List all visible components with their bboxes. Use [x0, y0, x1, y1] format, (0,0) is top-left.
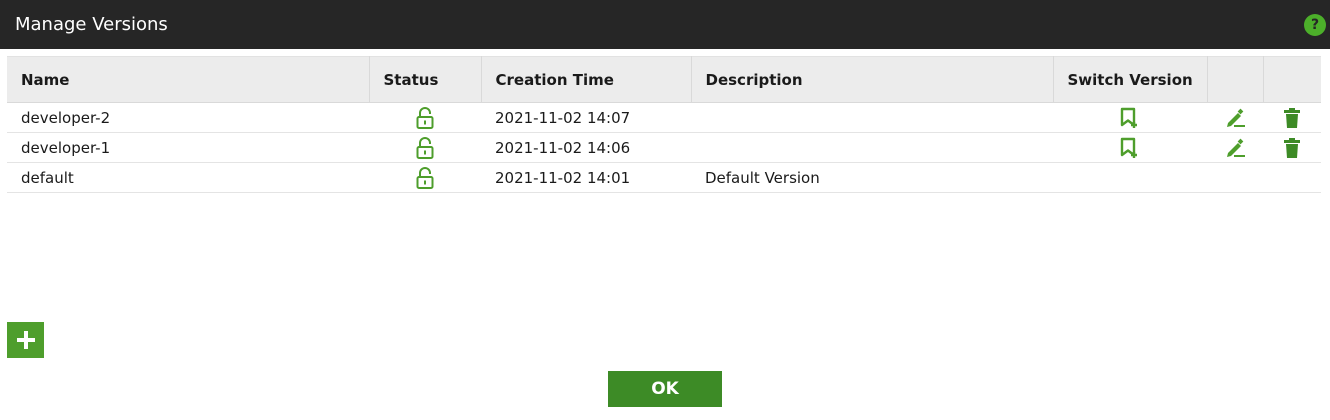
- unlocked-padlock-icon: [416, 106, 434, 129]
- plus-icon: [16, 331, 35, 349]
- table-row[interactable]: developer-1 2021-11-02 14:06: [7, 132, 1321, 163]
- table-header-row: Name Status Creation Time Description Sw…: [7, 56, 1321, 103]
- column-header-status[interactable]: Status: [369, 56, 482, 103]
- ok-button[interactable]: OK: [608, 371, 722, 407]
- dialog-titlebar: Manage Versions ?: [0, 0, 1330, 49]
- trash-icon[interactable]: [1284, 137, 1300, 158]
- column-header-switch-version: Switch Version: [1053, 56, 1208, 103]
- add-version-button[interactable]: [7, 322, 44, 358]
- cell-switch-version: [1053, 132, 1207, 163]
- cell-creation-time: 2021-11-02 14:06: [481, 132, 691, 163]
- cell-edit: [1207, 132, 1263, 163]
- cell-status: [369, 132, 481, 163]
- trash-icon[interactable]: [1284, 107, 1300, 128]
- switch-version-icon[interactable]: [1119, 107, 1141, 129]
- table-row[interactable]: developer-2 2021-11-02 14:07: [7, 102, 1321, 133]
- cell-creation-time: 2021-11-02 14:01: [481, 162, 691, 193]
- cell-description: [691, 132, 1053, 163]
- column-header-delete: [1263, 56, 1321, 103]
- help-glyph: ?: [1310, 16, 1320, 33]
- edit-pencil-icon[interactable]: [1224, 138, 1246, 158]
- cell-delete: [1263, 132, 1321, 163]
- cell-status: [369, 162, 481, 193]
- cell-creation-time: 2021-11-02 14:07: [481, 102, 691, 133]
- column-header-description[interactable]: Description: [691, 56, 1054, 103]
- cell-version-name: default: [7, 162, 369, 193]
- switch-version-icon[interactable]: [1119, 137, 1141, 159]
- cell-version-name: developer-2: [7, 102, 369, 133]
- unlocked-padlock-icon: [416, 136, 434, 159]
- cell-description: [691, 102, 1053, 133]
- cell-switch-version: [1053, 162, 1207, 193]
- versions-table: Name Status Creation Time Description Sw…: [7, 56, 1321, 193]
- column-header-name[interactable]: Name: [7, 56, 370, 103]
- column-header-creation-time[interactable]: Creation Time: [481, 56, 692, 103]
- cell-version-name: developer-1: [7, 132, 369, 163]
- cell-edit: [1207, 162, 1263, 193]
- cell-description: Default Version: [691, 162, 1053, 193]
- column-header-edit: [1207, 56, 1264, 103]
- cell-edit: [1207, 102, 1263, 133]
- edit-pencil-icon[interactable]: [1224, 108, 1246, 128]
- cell-switch-version: [1053, 102, 1207, 133]
- unlocked-padlock-icon: [416, 166, 434, 189]
- cell-status: [369, 102, 481, 133]
- dialog-title: Manage Versions: [15, 14, 168, 35]
- help-icon[interactable]: ?: [1304, 13, 1326, 36]
- table-row[interactable]: default 2021-11-02 14:01 Default Version: [7, 162, 1321, 193]
- cell-delete: [1263, 102, 1321, 133]
- cell-delete: [1263, 162, 1321, 193]
